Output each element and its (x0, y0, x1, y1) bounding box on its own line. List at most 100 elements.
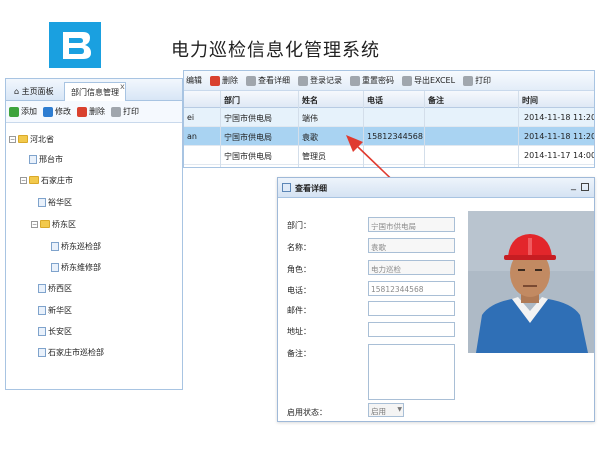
grid-delete-button[interactable]: 删除 (210, 75, 238, 86)
delete-button[interactable]: 删除 (77, 106, 105, 117)
tab-home-label: 主页面板 (21, 87, 54, 96)
edit-button[interactable]: 修改 (43, 106, 71, 117)
phone-field[interactable]: 15812344568 (368, 281, 455, 296)
cell-fragment: an (187, 132, 197, 141)
tree-node-label: 桥西区 (48, 283, 72, 293)
department-tree: − 河北省 邢台市 − 石家庄市 裕华区 − 桥东区 桥东巡检部 桥东维修部 桥… (6, 123, 182, 389)
name-field[interactable]: 袁歌 (368, 238, 455, 253)
print-button[interactable]: 打印 (111, 106, 139, 117)
collapse-icon[interactable]: − (20, 176, 27, 184)
tree-node-label: 石家庄市巡检部 (48, 347, 104, 357)
email-field[interactable] (368, 301, 455, 316)
print-icon (463, 75, 474, 86)
column-header[interactable]: 电话 (367, 95, 383, 106)
leaf-icon (38, 305, 46, 315)
maximize-icon[interactable] (581, 183, 589, 191)
home-icon: ⌂ (14, 87, 20, 96)
leaf-icon (38, 283, 46, 293)
table-row[interactable]: ei 宁国市供电局 端伟 2014-11-18 11:20:3 (184, 108, 594, 127)
label-dept: 部门： (287, 221, 311, 230)
collapse-icon[interactable]: − (31, 220, 38, 228)
edit-icon (43, 106, 53, 117)
grid-print-label: 打印 (475, 76, 492, 85)
export-excel-button[interactable]: 导出EXCEL (402, 75, 455, 86)
column-divider (363, 91, 364, 167)
grid-toolbar: 编辑 删除 查看详细 登录记录 重置密码 导出EXCEL 打印 (184, 71, 594, 91)
tree-node[interactable]: − 石家庄市 (20, 174, 73, 186)
column-header[interactable]: 姓名 (302, 95, 318, 106)
tree-node[interactable]: 裕华区 (38, 196, 72, 208)
edit-label: 修改 (55, 107, 71, 116)
reset-password-button[interactable]: 重置密码 (350, 75, 394, 86)
label-email: 邮件： (287, 306, 311, 315)
tree-node[interactable]: 新华区 (38, 304, 72, 316)
label-phone: 电话： (287, 286, 311, 295)
grid-print-button[interactable]: 打印 (463, 75, 491, 86)
user-photo (468, 211, 594, 353)
tree-node-label: 桥东维修部 (61, 262, 101, 272)
detail-window-title: 查看详细 (295, 184, 327, 193)
tree-node-label: 裕华区 (48, 197, 72, 207)
tree-node[interactable]: 长安区 (38, 325, 72, 337)
tab-close-icon[interactable]: x (120, 82, 125, 91)
collapse-icon[interactable]: − (9, 135, 16, 143)
label-address: 地址： (287, 327, 311, 336)
chevron-down-icon: ▼ (397, 406, 402, 413)
dept-field[interactable]: 宁国市供电局 (368, 217, 455, 232)
label-role: 角色： (287, 265, 311, 274)
tree-node-label: 新华区 (48, 305, 72, 315)
cell-time: 2014-11-18 11:20:3 (524, 113, 594, 122)
cell-name: 袁歌 (302, 133, 318, 142)
cell-dept: 宁国市供电局 (224, 133, 272, 142)
view-detail-button[interactable]: 查看详细 (246, 75, 290, 86)
delete-icon (210, 75, 220, 86)
key-icon (350, 75, 360, 86)
leaf-icon (51, 241, 59, 251)
cell-dept: 宁国市供电局 (224, 152, 272, 161)
cell-name: 端伟 (302, 114, 318, 123)
label-note: 备注： (287, 349, 311, 358)
tab-department-management[interactable]: 部门信息管理 (64, 82, 126, 101)
tree-node[interactable]: 桥西区 (38, 282, 72, 294)
grid-header: 部门 姓名 电话 备注 时间 (184, 91, 594, 108)
note-textarea[interactable] (368, 344, 455, 400)
column-divider (298, 91, 299, 167)
column-header[interactable]: 部门 (224, 95, 240, 106)
column-header[interactable]: 备注 (428, 95, 444, 106)
column-header[interactable]: 时间 (522, 95, 538, 106)
tree-node[interactable]: 桥东巡检部 (51, 240, 101, 252)
table-row[interactable]: 宁国市供电局 管理员 2014-11-17 14:00:4 (184, 146, 594, 165)
tree-node[interactable]: 石家庄市巡检部 (38, 346, 104, 358)
column-divider (424, 91, 425, 167)
add-icon (9, 106, 19, 117)
tree-node[interactable]: 邢台市 (29, 153, 63, 165)
address-field[interactable] (368, 322, 455, 337)
cell-name: 管理员 (302, 152, 326, 161)
detail-window-titlebar[interactable]: 查看详细 _ (278, 178, 594, 198)
add-button[interactable]: 添加 (9, 106, 37, 117)
column-divider (518, 91, 519, 167)
tree-node[interactable]: − 桥东区 (31, 218, 76, 230)
leaf-icon (51, 262, 59, 272)
tab-home[interactable]: ⌂ 主页面板 (8, 82, 62, 101)
record-icon (298, 75, 308, 86)
table-row-selected[interactable]: an 宁国市供电局 袁歌 15812344568 2014-11-18 11:2… (184, 127, 594, 146)
tree-node-label: 桥东区 (52, 219, 76, 229)
status-select[interactable]: 启用 ▼ (368, 403, 404, 417)
tab-department-label: 部门信息管理 (71, 88, 119, 97)
login-record-button[interactable]: 登录记录 (298, 75, 342, 86)
detail-window: 查看详细 _ 部门： 宁国市供电局 名称： 袁歌 角色： 电力巡检 电话： 15… (277, 177, 595, 422)
tree-node-root[interactable]: − 河北省 (9, 133, 54, 145)
leaf-icon (29, 154, 37, 164)
role-field[interactable]: 电力巡检 (368, 260, 455, 275)
export-icon (402, 75, 412, 86)
leaf-icon (38, 197, 46, 207)
tree-node[interactable]: 桥东维修部 (51, 261, 101, 273)
cell-phone: 15812344568 (367, 132, 423, 141)
grid-edit-button[interactable]: 编辑 (186, 75, 202, 86)
column-divider (220, 91, 221, 167)
export-excel-label: 导出EXCEL (414, 76, 456, 85)
minimize-icon[interactable]: _ (571, 180, 576, 191)
tree-toolbar: 添加 修改 删除 打印 (6, 101, 182, 123)
login-record-label: 登录记录 (310, 76, 342, 85)
